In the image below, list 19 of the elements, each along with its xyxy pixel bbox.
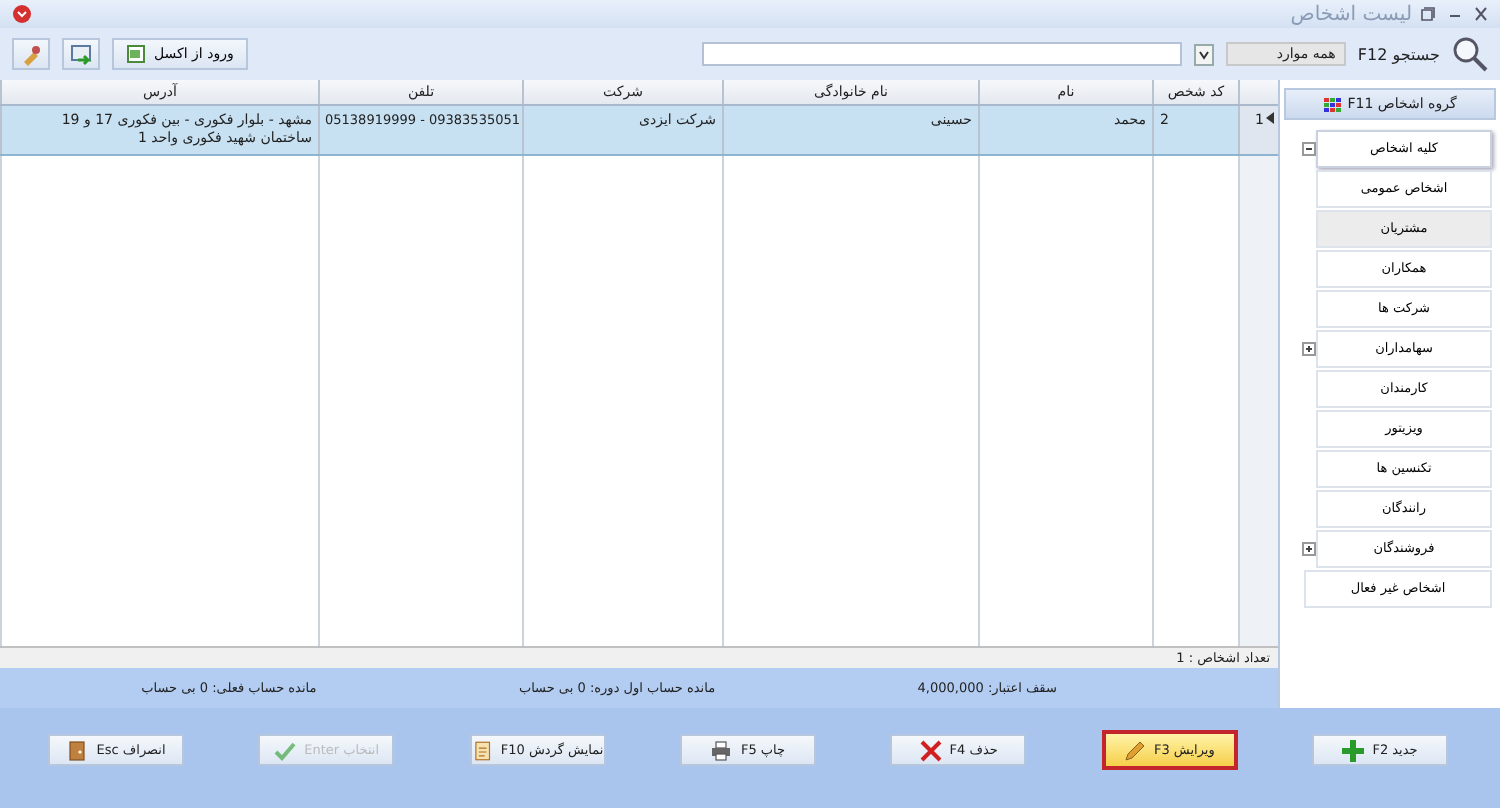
cross-icon [919, 739, 942, 761]
grid-icon [1323, 97, 1342, 111]
check-icon [274, 739, 297, 761]
search-field[interactable] [701, 42, 1182, 66]
collapse-icon[interactable] [1302, 141, 1316, 155]
excel-sheet-icon [126, 44, 146, 64]
app-icon [12, 4, 32, 24]
pencil-icon [1123, 739, 1146, 761]
plus-icon [1342, 739, 1365, 761]
window-title: لیست اشخاص [1290, 3, 1412, 25]
door-icon [66, 739, 89, 761]
printer-icon [710, 739, 733, 761]
expand-icon[interactable] [1302, 341, 1316, 355]
window-controls-icon[interactable] [1420, 6, 1488, 22]
document-icon [471, 739, 493, 761]
expand-icon[interactable] [1302, 541, 1316, 555]
tools-icon[interactable] [12, 38, 50, 70]
search-icon[interactable] [1452, 36, 1488, 72]
search-label: جستجو F12 [1357, 45, 1440, 63]
